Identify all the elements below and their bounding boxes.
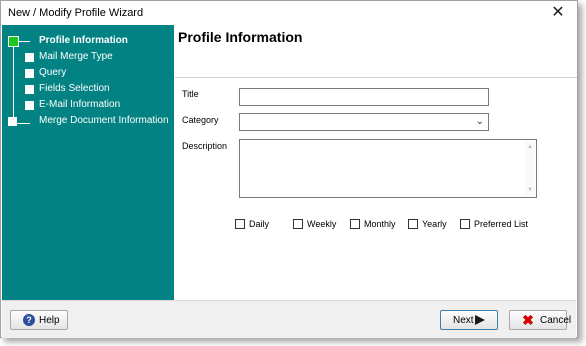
sidebar-item-label: Profile Information (39, 35, 128, 46)
step-node-icon (25, 85, 34, 94)
next-button[interactable]: Next (440, 310, 498, 330)
category-select[interactable]: ⌄ (239, 113, 489, 131)
sidebar-item-label: Merge Document Information (39, 115, 169, 126)
x-icon: ✖ (522, 312, 534, 328)
sidebar-item-label: E-Mail Information (39, 99, 121, 110)
title-input[interactable] (239, 88, 489, 106)
checkbox-label: Weekly (307, 219, 337, 229)
step-node-icon (25, 101, 34, 110)
sidebar-item-label: Query (39, 67, 67, 78)
step-node-icon (8, 117, 17, 126)
cancel-button[interactable]: ✖ Cancel (509, 310, 571, 330)
profile-form: Title Category ⌄ Description ▲ ▼ Daily W… (175, 78, 577, 300)
help-button-label: Help (39, 315, 60, 326)
wizard-footer: ? Help Next ✖ Cancel (2, 300, 576, 338)
cancel-button-label: Cancel (540, 315, 572, 326)
help-button[interactable]: ? Help (10, 310, 68, 330)
description-label: Description (182, 141, 228, 151)
sidebar-item-fields-selection[interactable]: Fields Selection (2, 82, 174, 98)
chevron-down-icon: ⌄ (475, 116, 484, 127)
checkbox-label: Monthly (364, 219, 396, 229)
category-label: Category (182, 115, 219, 125)
page-title: Profile Information (178, 29, 303, 45)
sidebar-item-mail-merge-type[interactable]: Mail Merge Type (2, 50, 174, 66)
active-step-node-icon (8, 36, 19, 47)
close-button[interactable]: ✕ (549, 4, 567, 22)
question-icon: ? (23, 314, 35, 326)
sidebar-item-label: Fields Selection (39, 83, 110, 94)
sidebar-item-email-information[interactable]: E-Mail Information (2, 98, 174, 114)
step-node-icon (25, 69, 34, 78)
checkbox-box[interactable] (293, 219, 303, 229)
arrow-right-icon (475, 315, 485, 325)
checkbox-label: Preferred List (474, 219, 529, 229)
title-label: Title (182, 89, 199, 99)
sidebar-item-query[interactable]: Query (2, 66, 174, 82)
checkbox-label: Yearly (422, 219, 447, 229)
wizard-window: New / Modify Profile Wizard ✕ Profile In… (0, 0, 578, 338)
description-textarea[interactable]: ▲ ▼ (239, 139, 537, 198)
checkbox-label: Daily (249, 219, 270, 229)
checkbox-box[interactable] (408, 219, 418, 229)
next-button-label: Next (453, 315, 474, 326)
sidebar-item-label: Mail Merge Type (39, 51, 113, 62)
step-node-icon (25, 53, 34, 62)
scroll-down-icon[interactable]: ▼ (526, 186, 534, 194)
checkbox-box[interactable] (460, 219, 470, 229)
sidebar-item-profile-information[interactable]: Profile Information (2, 34, 174, 50)
page-header: Profile Information (175, 25, 577, 78)
checkbox-box[interactable] (235, 219, 245, 229)
title-bar: New / Modify Profile Wizard ✕ (1, 1, 577, 25)
window-title: New / Modify Profile Wizard (8, 7, 144, 19)
sidebar-item-merge-document-information[interactable]: Merge Document Information (2, 114, 174, 130)
scroll-up-icon[interactable]: ▲ (526, 143, 534, 151)
wizard-steps-sidebar: Profile Information Mail Merge Type Quer… (2, 25, 174, 300)
checkbox-box[interactable] (350, 219, 360, 229)
description-scrollbar[interactable]: ▲ ▼ (525, 141, 535, 196)
